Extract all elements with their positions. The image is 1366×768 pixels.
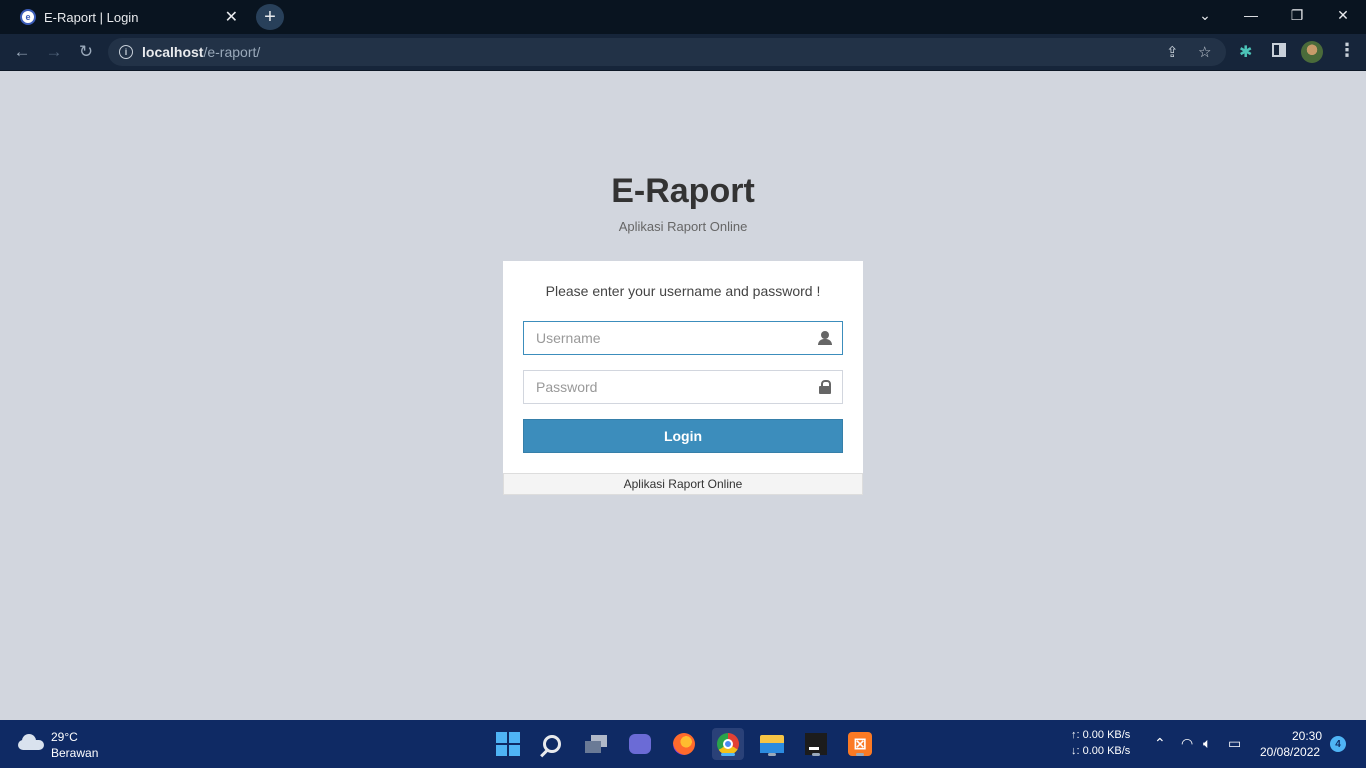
wifi-icon[interactable]: ◠ [1181, 735, 1193, 752]
address-bar[interactable]: i localhost/e-raport/ ⇪ ☆ [108, 38, 1226, 66]
restore-button[interactable]: ❐ [1274, 0, 1320, 30]
meet-app-button[interactable] [624, 728, 656, 760]
volume-icon[interactable]: 🔈︎ [1203, 735, 1211, 752]
running-indicator [856, 753, 864, 756]
notification-badge[interactable]: 4 [1330, 736, 1346, 752]
reload-button[interactable]: ↻ [73, 40, 99, 64]
folder-icon [760, 735, 784, 753]
weather-condition[interactable]: Berawan [51, 746, 98, 760]
new-tab-button[interactable]: + [256, 4, 284, 30]
running-indicator [768, 753, 776, 756]
password-field[interactable] [523, 370, 843, 404]
active-indicator [721, 753, 735, 756]
site-info-icon[interactable]: i [119, 45, 133, 59]
username-field[interactable] [523, 321, 843, 355]
share-icon[interactable]: ⇪ [1166, 43, 1179, 61]
tab-search-icon[interactable]: ⌄ [1182, 0, 1228, 30]
login-message: Please enter your username and password … [545, 283, 821, 299]
browser-tab-bar: e E-Raport | Login ✕ + ⌄ — ❐ ✕ [0, 0, 1366, 34]
battery-icon[interactable]: ▭ [1228, 735, 1241, 752]
clock-time[interactable]: 20:30 [1292, 729, 1322, 743]
browser-toolbar: ← → ↻ i localhost/e-raport/ ⇪ ☆ ✱ ⋮ [0, 34, 1366, 71]
taskbar-search-button[interactable] [536, 728, 568, 760]
bookmark-star-icon[interactable]: ☆ [1198, 43, 1211, 61]
chrome-app-button[interactable] [712, 728, 744, 760]
pycharm-app-button[interactable] [800, 728, 832, 760]
forward-button[interactable]: → [41, 40, 67, 64]
chrome-icon [717, 733, 739, 755]
running-indicator [812, 753, 820, 756]
windows-icon [496, 732, 520, 756]
side-panel-icon[interactable] [1272, 43, 1286, 57]
taskbar: 29°C Berawan ⊠ ↑: 0.00 KB/s ↓: 0.00 KB/s… [0, 720, 1366, 768]
url-text[interactable]: localhost/e-raport/ [142, 44, 260, 60]
firefox-app-button[interactable] [668, 728, 700, 760]
chevron-up-icon[interactable]: ⌃ [1154, 735, 1166, 752]
meet-icon [629, 734, 651, 754]
xampp-app-button[interactable]: ⊠ [844, 728, 876, 760]
weather-temperature[interactable]: 29°C [51, 730, 78, 744]
pycharm-icon [805, 733, 827, 755]
task-view-icon [585, 735, 607, 753]
download-speed: ↓: 0.00 KB/s [1071, 745, 1131, 757]
task-view-button[interactable] [580, 728, 612, 760]
firefox-icon [673, 733, 695, 755]
username-input[interactable] [524, 322, 842, 354]
profile-avatar[interactable] [1301, 41, 1323, 63]
lock-icon [818, 380, 832, 394]
file-explorer-button[interactable] [756, 728, 788, 760]
page-subtitle: Aplikasi Raport Online [618, 219, 748, 234]
tab-close-icon[interactable]: ✕ [225, 7, 238, 27]
login-button[interactable]: Login [523, 419, 843, 453]
close-window-button[interactable]: ✕ [1320, 0, 1366, 30]
extensions-icon[interactable]: ✱ [1239, 42, 1252, 62]
user-icon [818, 331, 832, 345]
tab-title: E-Raport | Login [44, 9, 139, 25]
start-button[interactable] [492, 728, 524, 760]
browser-tab[interactable]: e E-Raport | Login ✕ [8, 0, 248, 34]
login-footer: Aplikasi Raport Online [503, 473, 863, 495]
back-button[interactable]: ← [9, 40, 35, 64]
password-input[interactable] [524, 371, 842, 403]
page-content: E-Raport Aplikasi Raport Online Please e… [0, 71, 1366, 720]
login-box: Please enter your username and password … [503, 261, 863, 495]
search-icon [543, 735, 561, 753]
browser-menu-icon[interactable]: ⋮ [1338, 40, 1356, 61]
minimize-button[interactable]: — [1228, 0, 1274, 30]
site-favicon-icon: e [20, 9, 36, 25]
clock-date[interactable]: 20/08/2022 [1260, 745, 1320, 759]
cloud-icon[interactable] [18, 734, 44, 750]
page-title: E-Raport [611, 172, 755, 210]
upload-speed: ↑: 0.00 KB/s [1071, 729, 1131, 741]
